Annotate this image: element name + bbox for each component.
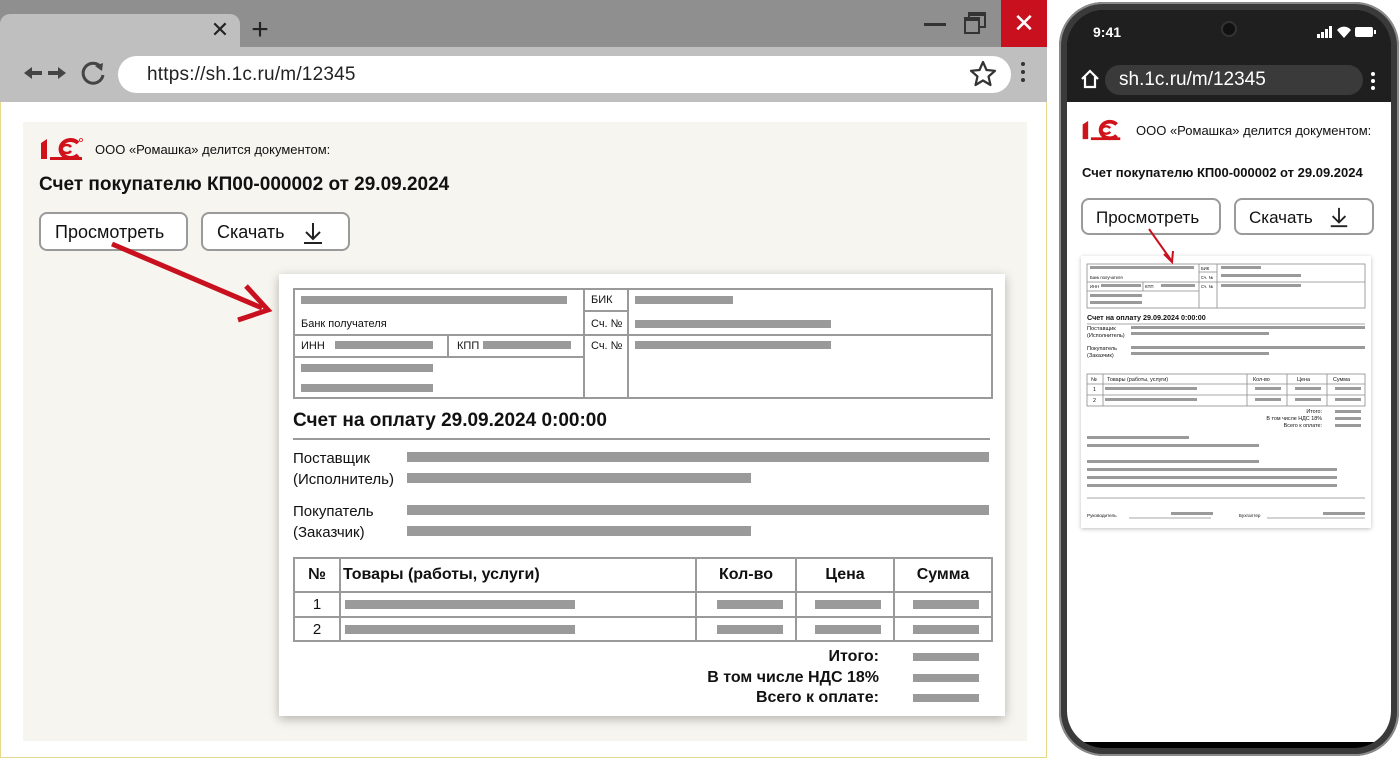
share-text: ООО «Ромашка» делится документом: [95,142,331,157]
1c-logo [38,137,84,161]
account-label-2: Сч. № [591,340,623,352]
view-button[interactable]: Просмотреть [39,212,188,251]
phone-menu-icon[interactable] [1370,72,1376,92]
goods-table: № Товары (работы, услуги) Кол-во Цена Су… [293,557,993,642]
phone-url-field[interactable]: sh.1c.ru/m/12345 [1105,65,1363,95]
inn-label: ИНН [301,340,325,352]
mini-row-1: 1 [1093,387,1096,393]
kpp-label: КПП [457,340,480,352]
column-goods: Товары (работы, услуги) [343,566,540,583]
phone-status-bar: 9:41 [1067,10,1391,58]
row-number-1: 1 [312,596,322,613]
close-window-icon[interactable]: ✕ [1001,0,1047,47]
home-icon[interactable] [1079,68,1101,90]
desktop-browser-window: ✕ + ✕ https://sh.1c.ru/m/12345 ООО «Рома… [0,0,1047,758]
phone-device: 9:41 sh.1c.ru/m/12345 ООО «Ромашка» дели… [1059,2,1399,756]
column-sum: Сумма [916,566,970,583]
phone-pointer-arrow-icon [1148,228,1174,265]
supplier-label: Поставщик (Исполнитель) [293,450,394,488]
column-quantity: Кол-во [718,566,774,583]
status-time: 9:41 [1093,24,1122,40]
bik-label: БИК [591,294,613,306]
mini-signature-accountant: Бухгалтер [1239,513,1261,518]
tab-close-icon[interactable]: ✕ [208,18,232,42]
phone-address-bar: sh.1c.ru/m/12345 [1067,58,1391,102]
mini-col-goods: Товары (работы, услуги) [1107,377,1168,383]
mini-signature-head: Руководитель [1087,513,1117,518]
download-icon [301,220,325,251]
forward-icon[interactable] [46,61,68,85]
mini-row-2: 2 [1093,398,1096,404]
total-label: Итого: [828,648,879,665]
row-number-2: 2 [312,621,322,638]
browser-toolbar: https://sh.1c.ru/m/12345 [0,47,1047,102]
download-button-label: Скачать [217,222,285,242]
bank-details-table: Банк получателя БИК Сч. № ИНН КПП Сч. № [293,288,993,399]
mini-col-sum: Сумма [1333,377,1350,383]
minimize-icon[interactable] [924,23,946,26]
grand-total-label: Всего к оплате: [755,689,879,706]
account-label-1: Сч. № [591,318,623,330]
browser-tab[interactable] [0,14,240,47]
column-number: № [308,566,326,583]
star-icon[interactable] [968,59,998,89]
signal-icon [1317,25,1377,42]
phone-page: ООО «Ромашка» делится документом: Счет п… [1067,102,1391,742]
back-icon[interactable] [22,61,44,85]
phone-screen: 9:41 sh.1c.ru/m/12345 ООО «Ромашка» дели… [1067,10,1391,748]
document-title: Счет покупателю КП00-000002 от 29.09.202… [39,174,450,195]
mini-grand-total: Всего к оплате: [1284,423,1322,429]
buyer-label: Покупатель (Заказчик) [293,503,374,541]
camera-icon [1221,21,1237,37]
download-button[interactable]: Скачать [201,212,350,251]
reload-icon[interactable] [80,59,106,87]
invoice-preview[interactable]: Банк получателя БИК Сч. № ИНН КПП Сч. № … [279,274,1005,716]
mini-col-quantity: Кол-во [1253,377,1270,383]
column-price: Цена [825,566,865,583]
vat-label: В том числе НДС 18% [707,669,879,686]
mini-col-price: Цена [1297,377,1310,383]
maximize-icon[interactable] [964,12,986,34]
url-text[interactable]: https://sh.1c.ru/m/12345 [147,64,356,86]
view-button-label: Просмотреть [55,222,165,242]
mini-total: Итого: [1306,409,1322,415]
phone-url-text[interactable]: sh.1c.ru/m/12345 [1119,69,1266,91]
invoice-heading: Счет на оплату 29.09.2024 0:00:00 [293,410,607,431]
mini-vat: В том числе НДС 18% [1266,416,1322,422]
menu-icon[interactable] [1019,62,1027,88]
tab-strip: ✕ + ✕ [0,0,1047,47]
new-tab-icon[interactable]: + [246,15,274,45]
bank-label: Банк получателя [301,318,387,330]
address-bar[interactable]: https://sh.1c.ru/m/12345 [118,56,1011,93]
mini-col-number: № [1091,377,1097,383]
